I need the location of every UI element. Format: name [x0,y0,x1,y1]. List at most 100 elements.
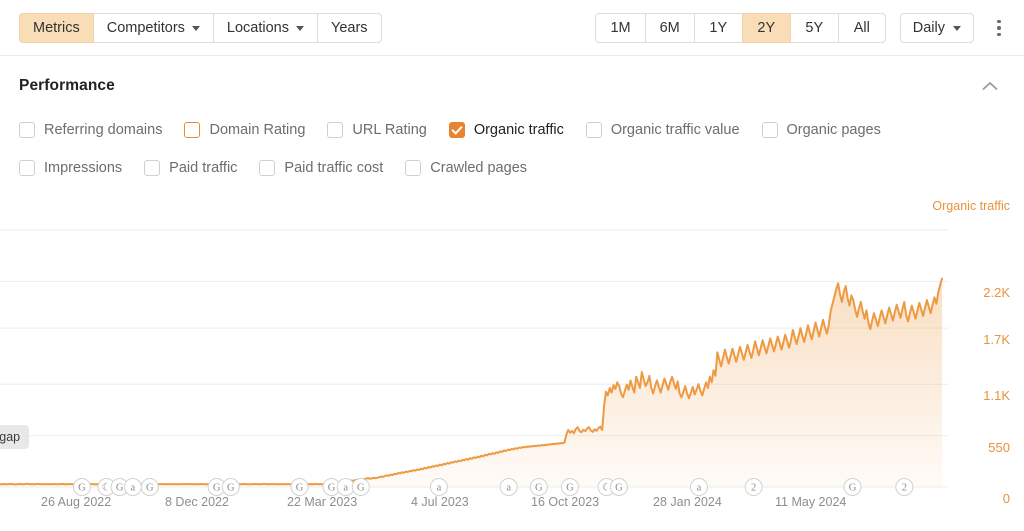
kebab-dot [997,32,1001,37]
checkbox-icon[interactable] [19,122,35,138]
tab-years[interactable]: Years [316,12,382,43]
metric-toggle-referring-domains[interactable]: Referring domains [19,122,162,138]
date-range-selector: 1M 6M 1Y 2Y 5Y All [595,13,886,43]
chart-container: Organic traffic G ☾ Ga G G G G Ga Ga a G G ☾ Ga 2 G 2 2.… [0,193,1024,523]
algorithm-update-marker[interactable]: 2 [895,478,914,496]
x-axis-tick-label: 11 May 2024 [775,495,847,509]
y-axis-tick-label: 550 [988,439,1010,455]
range-button-2y[interactable]: 2Y [741,13,790,43]
checkbox-icon[interactable] [144,160,161,176]
toolbar-right-controls: 1M 6M 1Y 2Y 5Y All Daily [595,0,1010,56]
metric-toggle-organic-traffic[interactable]: Organic traffic [448,122,564,138]
tab-label: Metrics [33,19,80,36]
algorithm-update-marker[interactable]: G [140,478,159,496]
metric-toggle-impressions[interactable]: Impressions [19,160,122,176]
metric-toggle-paid-traffic-cost[interactable]: Paid traffic cost [259,160,383,176]
tab-competitors[interactable]: Competitors [92,12,213,43]
range-button-all[interactable]: All [837,13,886,43]
algorithm-update-marker[interactable]: G [351,478,370,496]
content-gap-tooltip: ntent gap [0,425,30,449]
y-axis-tick-label: 2.2K [983,285,1010,301]
checkbox-icon[interactable] [184,122,201,138]
marker-glyph: G [535,483,543,494]
metric-label: Organic traffic value [610,122,740,138]
marker-glyph: G [227,483,235,494]
performance-section: Performance Referring domains Domain Rati… [0,56,1024,181]
algorithm-update-marker[interactable]: a [123,478,142,496]
algorithm-update-marker[interactable]: G [609,478,628,496]
metric-label: Referring domains [44,122,163,138]
more-vertical-icon[interactable] [988,14,1010,42]
y-axis-tick-label: 1.7K [983,332,1010,348]
marker-glyph: G [615,483,623,494]
metric-label: Organic pages [786,122,881,138]
granularity-label: Daily [912,20,945,36]
metric-row: Referring domains Domain Rating URL Rating… [19,117,1005,143]
algorithm-update-marker[interactable]: G [221,478,240,496]
marker-glyph: G [78,483,86,494]
metric-label: Impressions [44,160,123,176]
checkbox-icon[interactable] [259,160,276,176]
metric-label: Crawled pages [430,160,528,176]
algorithm-update-marker[interactable]: G [290,478,309,496]
metric-toggle-crawled-pages[interactable]: Crawled pages [405,160,527,176]
tab-label: Competitors [106,19,185,36]
metric-label: Paid traffic cost [284,160,384,176]
algorithm-update-marker[interactable]: G [560,478,579,496]
marker-glyph: G [328,483,336,494]
algorithm-update-marker[interactable]: G [72,478,91,496]
performance-chart-panel: Metrics Competitors Locations Years 1M 6M 1Y 2… [0,0,1024,531]
algorithm-update-marker[interactable]: a [429,478,448,496]
x-axis-tick-label: 28 Jan 2024 [653,495,722,509]
x-axis-tick-label: 16 Oct 2023 [531,495,600,509]
metric-toggle-paid-traffic[interactable]: Paid traffic [144,160,237,176]
granularity-dropdown[interactable]: Daily [899,13,974,43]
marker-glyph: a [130,483,135,494]
tab-locations[interactable]: Locations [212,12,317,43]
marker-glyph: G [146,483,154,494]
range-button-1m[interactable]: 1M [595,13,645,43]
chevron-down-icon [191,25,200,31]
checkbox-icon[interactable] [405,160,422,176]
marker-glyph: a [437,483,442,494]
tab-metrics[interactable]: Metrics [19,12,93,43]
algorithm-update-marker[interactable]: a [499,478,518,496]
kebab-dot [997,26,1001,30]
page-title: Performance [19,77,115,94]
checkbox-icon[interactable] [761,122,778,138]
algorithm-update-marker[interactable]: G [843,478,862,496]
tab-label: Locations [226,19,289,36]
top-toolbar: Metrics Competitors Locations Years 1M 6M 1Y 2… [0,0,1024,56]
chevron-up-glyph [982,82,998,90]
checkbox-icon[interactable] [19,160,35,176]
marker-glyph: G [213,483,221,494]
range-button-6m[interactable]: 6M [644,13,694,43]
checkbox-icon[interactable] [327,122,344,138]
marker-glyph: G [566,483,574,494]
performance-header: Performance [19,56,1005,98]
metric-label: URL Rating [352,122,427,138]
organic-traffic-area-chart[interactable]: G ☾ Ga G G G G Ga Ga a G G ☾ Ga 2 G 2 [0,193,1024,523]
chevron-up-icon[interactable] [975,74,1005,98]
metric-toggle-organic-pages[interactable]: Organic pages [761,122,881,138]
metric-toggle-organic-traffic-value[interactable]: Organic traffic value [585,122,740,138]
algorithm-update-marker[interactable]: 2 [744,478,763,496]
chevron-down-icon [295,25,304,31]
metric-toggle-domain-rating[interactable]: Domain Rating [184,122,305,138]
algorithm-update-marker[interactable]: G [529,478,548,496]
algorithm-update-marker[interactable]: a [689,478,708,496]
checkbox-checked-icon[interactable] [448,122,465,138]
metric-toggle-url-rating[interactable]: URL Rating [327,122,427,138]
metric-label: Paid traffic [169,160,238,176]
checkbox-icon[interactable] [585,122,602,138]
range-button-1y[interactable]: 1Y [693,13,742,43]
algorithm-update-marker[interactable]: a [336,478,355,496]
metric-label: Domain Rating [209,122,306,138]
x-axis-tick-label: 8 Dec 2022 [165,495,229,509]
marker-glyph: a [343,483,348,494]
view-tabs: Metrics Competitors Locations Years [19,12,382,43]
marker-glyph: G [849,483,857,494]
metric-label: Organic traffic [473,122,564,138]
range-button-5y[interactable]: 5Y [789,13,838,43]
marker-glyph: G [357,483,365,494]
